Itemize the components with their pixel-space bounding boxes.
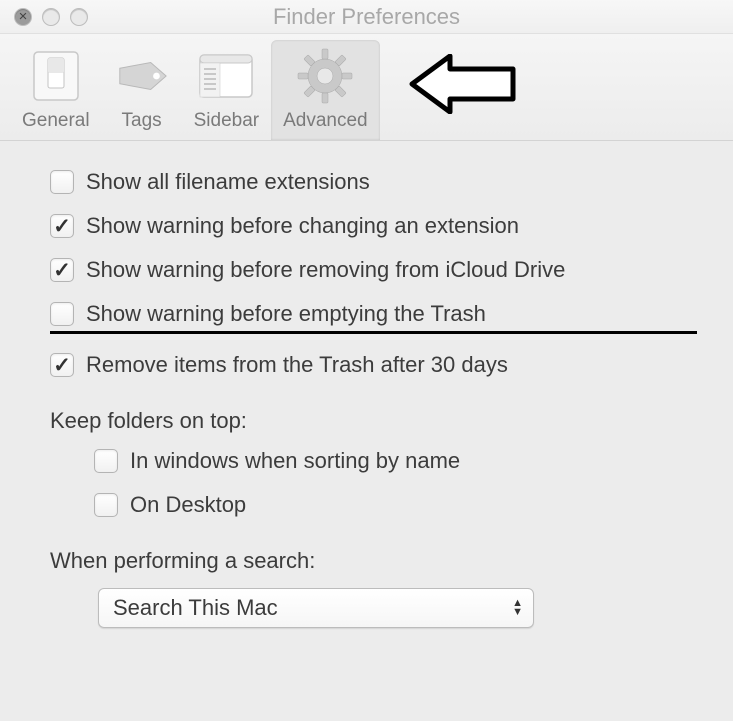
- option-in-windows: In windows when sorting by name: [94, 448, 697, 474]
- label-in-windows: In windows when sorting by name: [130, 448, 460, 474]
- option-warn-trash: Show warning before emptying the Trash: [50, 301, 697, 334]
- checkbox-show-extensions[interactable]: [50, 170, 74, 194]
- checkbox-warn-trash[interactable]: [50, 302, 74, 326]
- window-controls: [14, 8, 88, 26]
- option-show-extensions: Show all filename extensions: [50, 169, 697, 195]
- preferences-toolbar: General Tags Sidebar: [0, 34, 733, 141]
- option-warn-extension: Show warning before changing an extensio…: [50, 213, 697, 239]
- gear-icon: [297, 48, 353, 104]
- tab-advanced-label: Advanced: [283, 110, 368, 132]
- switch-icon: [28, 48, 84, 104]
- checkbox-on-desktop[interactable]: [94, 493, 118, 517]
- label-warn-trash: Show warning before emptying the Trash: [86, 301, 486, 327]
- arrow-annotation-icon: [408, 54, 518, 119]
- checkbox-remove-30days[interactable]: [50, 353, 74, 377]
- folders-heading: Keep folders on top:: [50, 408, 697, 434]
- checkbox-in-windows[interactable]: [94, 449, 118, 473]
- label-warn-extension: Show warning before changing an extensio…: [86, 213, 519, 239]
- label-warn-icloud: Show warning before removing from iCloud…: [86, 257, 565, 283]
- option-warn-icloud: Show warning before removing from iCloud…: [50, 257, 697, 283]
- tag-icon: [114, 48, 170, 104]
- checkbox-warn-extension[interactable]: [50, 214, 74, 238]
- search-scope-value: Search This Mac: [113, 595, 278, 621]
- tab-sidebar[interactable]: Sidebar: [182, 40, 272, 140]
- tab-sidebar-label: Sidebar: [194, 110, 260, 132]
- tab-general[interactable]: General: [10, 40, 102, 140]
- tab-tags[interactable]: Tags: [102, 40, 182, 140]
- sidebar-icon: [198, 48, 254, 104]
- preferences-content: Show all filename extensions Show warnin…: [0, 141, 733, 648]
- search-scope-dropdown[interactable]: Search This Mac ▲▼: [98, 588, 534, 628]
- search-heading: When performing a search:: [50, 548, 697, 574]
- checkbox-warn-icloud[interactable]: [50, 258, 74, 282]
- chevron-updown-icon: ▲▼: [512, 599, 523, 617]
- label-remove-30days: Remove items from the Trash after 30 day…: [86, 352, 508, 378]
- tab-advanced[interactable]: Advanced: [271, 40, 380, 140]
- option-remove-30days: Remove items from the Trash after 30 day…: [50, 352, 697, 378]
- window-title: Finder Preferences: [0, 4, 733, 30]
- tab-tags-label: Tags: [122, 110, 162, 132]
- minimize-button[interactable]: [42, 8, 60, 26]
- label-show-extensions: Show all filename extensions: [86, 169, 370, 195]
- label-on-desktop: On Desktop: [130, 492, 246, 518]
- titlebar: Finder Preferences: [0, 0, 733, 34]
- tab-general-label: General: [22, 110, 90, 132]
- option-on-desktop: On Desktop: [94, 492, 697, 518]
- zoom-button[interactable]: [70, 8, 88, 26]
- close-button[interactable]: [14, 8, 32, 26]
